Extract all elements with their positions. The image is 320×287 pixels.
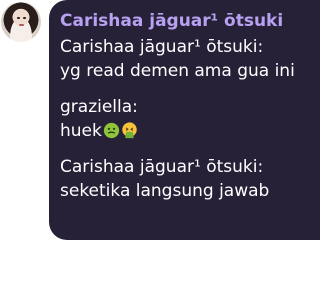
avatar-eye [23, 17, 26, 19]
message-text: huek [60, 121, 102, 141]
nauseated-face-emoji [103, 122, 120, 139]
message-block: graziella: huek [60, 95, 320, 143]
avatar-eye [17, 17, 20, 19]
avatar-mouth [19, 24, 24, 26]
message-line: graziella: [60, 97, 138, 117]
sender-name[interactable]: Carishaa jāguar¹ ōtsuki [60, 10, 320, 32]
message-line: Carishaa jāguar¹ ōtsuki: [60, 157, 264, 177]
message-line: Carishaa jāguar¹ ōtsuki: [60, 37, 264, 57]
chat-screen: Carishaa jāguar¹ ōtsuki Carishaa jāguar¹… [0, 0, 320, 287]
message-block: Carishaa jāguar¹ ōtsuki: seketika langsu… [60, 155, 320, 203]
message-block: Carishaa jāguar¹ ōtsuki: yg read demen a… [60, 35, 320, 83]
avatar[interactable] [1, 2, 41, 42]
message-line: yg read demen ama gua ini [60, 61, 295, 81]
vomiting-face-emoji [122, 122, 137, 139]
message-bubble[interactable]: Carishaa jāguar¹ ōtsuki Carishaa jāguar¹… [49, 0, 320, 240]
message-line: seketika langsung jawab [60, 181, 270, 201]
message-line-with-emoji: huek [60, 119, 320, 143]
